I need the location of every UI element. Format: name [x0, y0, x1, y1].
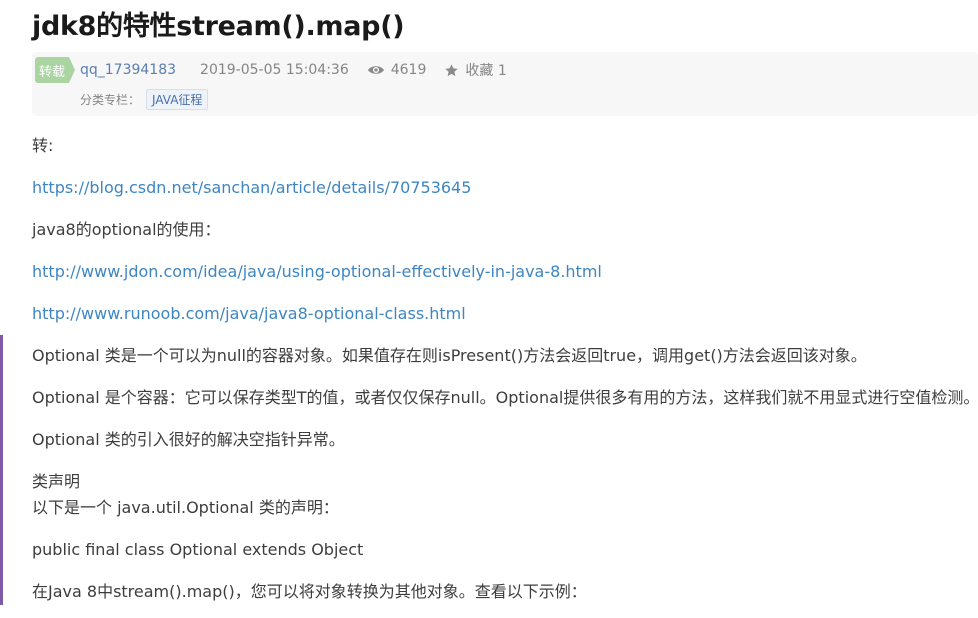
heading-class-declaration: 类声明	[32, 472, 81, 491]
meta-row: qq_17394183 2019-05-05 15:04:36 4619 收藏 …	[80, 60, 507, 80]
repost-badge: 转载	[35, 57, 75, 83]
author-link[interactable]: qq_17394183	[80, 62, 176, 78]
publish-date: 2019-05-05 15:04:36	[200, 62, 349, 78]
code-declaration: public final class Optional extends Obje…	[32, 540, 364, 559]
star-icon	[444, 63, 459, 78]
article-title: jdk8的特性stream().map()	[32, 11, 405, 42]
category-row: 分类专栏： JAVA征程	[80, 88, 209, 110]
view-count: 4619	[367, 62, 427, 78]
favorite-button[interactable]: 收藏 1	[444, 60, 507, 80]
left-accent-bar	[0, 335, 3, 605]
link-jdon[interactable]: http://www.jdon.com/idea/java/using-opti…	[32, 260, 602, 284]
category-tag[interactable]: JAVA征程	[146, 88, 209, 110]
category-label: 分类专栏：	[80, 92, 141, 107]
eye-icon	[367, 64, 385, 76]
paragraph-optional-desc: Optional 类是一个可以为null的容器对象。如果值存在则isPresen…	[32, 346, 867, 365]
article-meta: 转载 qq_17394183 2019-05-05 15:04:36 4619 …	[32, 52, 978, 116]
link-runoob[interactable]: http://www.runoob.com/java/java8-optiona…	[32, 302, 466, 326]
paragraph-stream-map: 在Java 8中stream().map()，您可以将对象转换为其他对象。查看以…	[32, 582, 587, 601]
paragraph-optional-usage: java8的optional的使用：	[32, 220, 221, 239]
link-csdn[interactable]: https://blog.csdn.net/sanchan/article/de…	[32, 176, 471, 200]
paragraph-repost: 转:	[32, 136, 54, 155]
paragraph-optional-container: Optional 是个容器：它可以保存类型T的值，或者仅仅保存null。Opti…	[32, 388, 978, 407]
paragraph-declaration-intro: 以下是一个 java.util.Optional 类的声明：	[32, 498, 339, 517]
paragraph-optional-npe: Optional 类的引入很好的解决空指针异常。	[32, 430, 345, 449]
view-count-value: 4619	[390, 62, 427, 78]
favorite-count: 收藏 1	[465, 63, 507, 79]
